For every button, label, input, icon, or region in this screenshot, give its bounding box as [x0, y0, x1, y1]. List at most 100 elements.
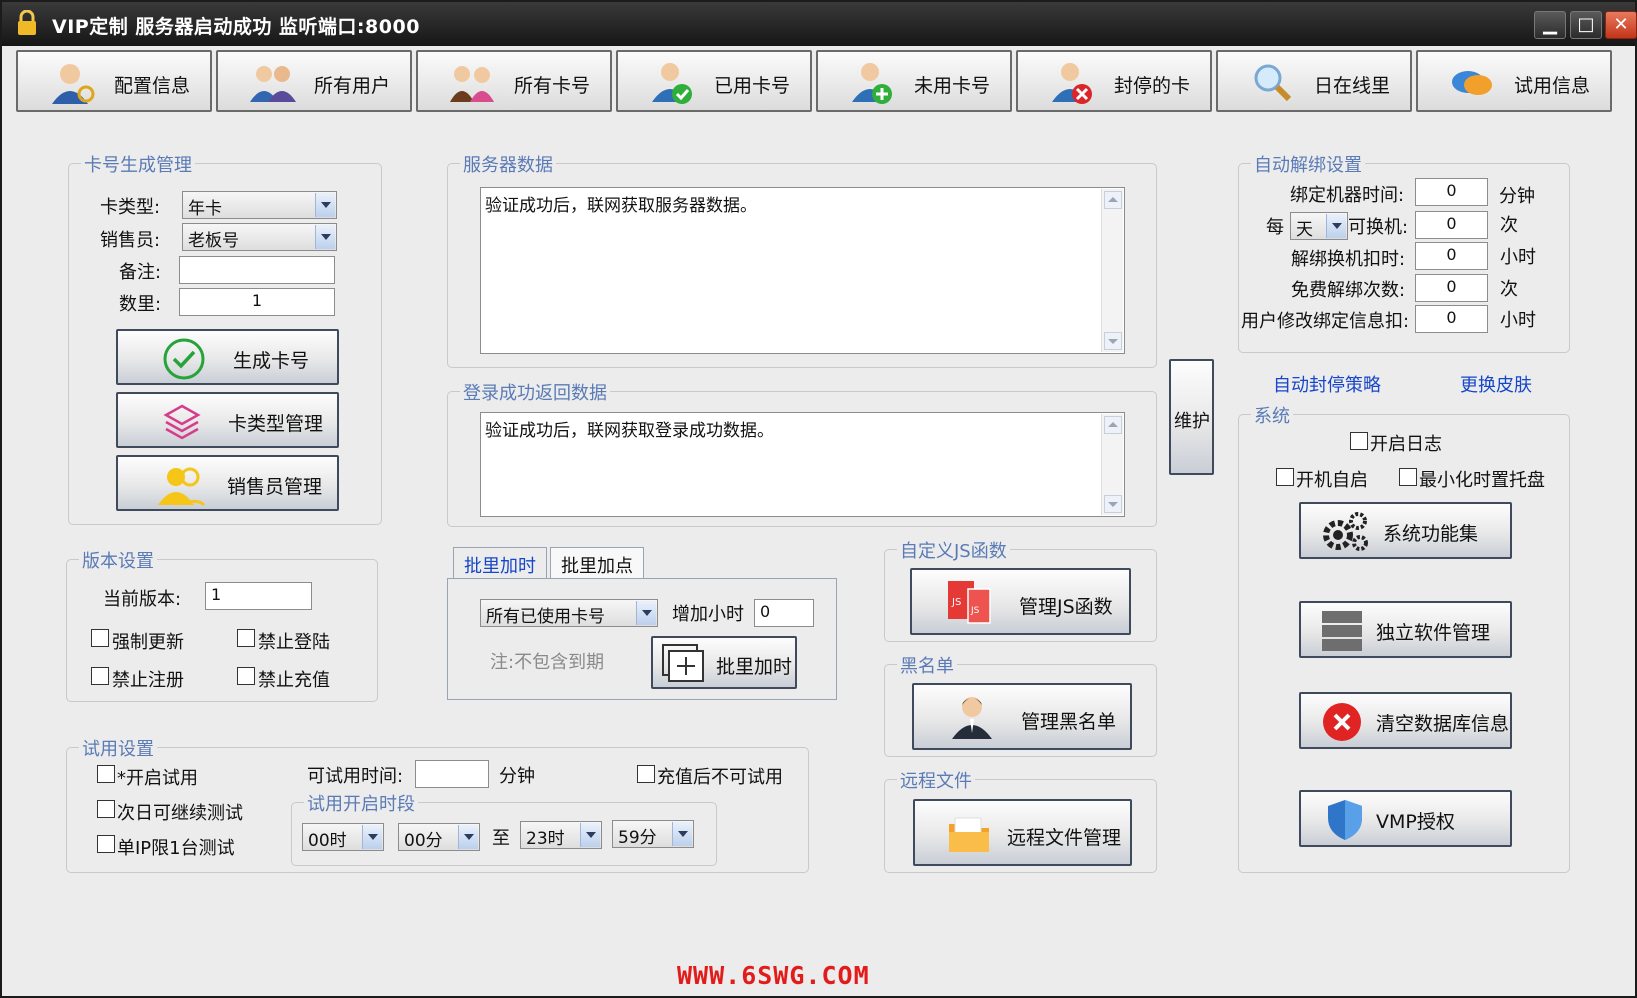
batch-add-time-button[interactable]: 批里加时 — [651, 636, 797, 689]
modify-bind-unit: 小时 — [1500, 310, 1536, 331]
close-button[interactable]: ✕ — [1605, 11, 1637, 39]
all-users-label: 所有用户 — [314, 75, 391, 97]
chevron-down-icon[interactable] — [315, 193, 335, 217]
trial-info-button[interactable]: 试用信息 — [1416, 50, 1612, 112]
switch-count-input[interactable]: 0 — [1415, 211, 1488, 239]
force-update-checkbox[interactable] — [91, 629, 109, 647]
quantity-input[interactable]: 1 — [179, 288, 335, 316]
login-return-textarea[interactable]: 验证成功后，联网获取登录成功数据。 — [480, 412, 1125, 517]
trial-time-input[interactable] — [415, 760, 489, 788]
ban-login-checkbox[interactable] — [237, 629, 255, 647]
per-unit-select[interactable]: 天 — [1290, 212, 1348, 240]
config-info-button[interactable]: 配置信息 — [16, 50, 212, 112]
chevron-down-icon[interactable] — [362, 825, 382, 849]
scroll-up-icon[interactable] — [1104, 191, 1122, 209]
chevron-down-icon[interactable] — [458, 825, 478, 849]
end-minute-value: 59分 — [618, 828, 657, 848]
chevron-down-icon[interactable] — [672, 822, 692, 846]
end-minute-select[interactable]: 59分 — [612, 820, 694, 848]
deduct-input[interactable]: 0 — [1415, 242, 1488, 270]
used-cards-label: 已用卡号 — [714, 75, 791, 97]
seller-management-button[interactable]: 销售员管理 — [116, 455, 339, 511]
title-bar[interactable]: VIP定制 服务器启动成功 监听端口:8000 ▁ □ ✕ — [2, 2, 1637, 46]
current-version-input[interactable]: 1 — [205, 582, 312, 610]
scroll-down-icon[interactable] — [1104, 495, 1122, 513]
start-minute-value: 00分 — [404, 831, 443, 851]
version-settings-group: 版本设置 当前版本: 1 强制更新 禁止登陆 禁止注册 禁止充值 — [66, 547, 378, 702]
manage-js-button[interactable]: JS JS 管理JS函数 — [910, 568, 1131, 635]
login-return-scrollbar[interactable] — [1101, 414, 1123, 515]
autostart-checkbox[interactable] — [1276, 468, 1294, 486]
per-unit-value: 天 — [1296, 220, 1313, 240]
auto-unbind-group: 自动解绑设置 绑定机器时间: 0 分钟 每 天 可换机: 0 次 解绑换机扣时:… — [1238, 151, 1570, 353]
chevron-down-icon[interactable] — [315, 225, 335, 249]
next-day-trial-label: 次日可继续测试 — [117, 803, 243, 824]
maximize-button[interactable]: □ — [1570, 11, 1602, 39]
all-cards-button[interactable]: 所有卡号 — [416, 50, 612, 112]
chevron-down-icon[interactable] — [636, 601, 656, 625]
shield-icon — [1328, 800, 1362, 840]
note-label: 备注: — [119, 262, 162, 283]
seller-label: 销售员: — [100, 230, 161, 251]
start-minute-select[interactable]: 00分 — [398, 823, 480, 851]
scroll-down-icon[interactable] — [1104, 332, 1122, 350]
card-type-select[interactable]: 年卡 — [182, 191, 337, 219]
free-unbind-input[interactable]: 0 — [1415, 274, 1488, 302]
server-data-textarea[interactable]: 验证成功后，联网获取服务器数据。 — [480, 187, 1125, 354]
enable-log-label: 开启日志 — [1370, 434, 1442, 455]
unused-cards-label: 未用卡号 — [914, 75, 991, 97]
unused-cards-button[interactable]: 未用卡号 — [816, 50, 1012, 112]
login-return-text: 验证成功后，联网获取登录成功数据。 — [485, 421, 774, 441]
banned-cards-button[interactable]: 封停的卡 — [1016, 50, 1212, 112]
chevron-down-icon[interactable] — [580, 823, 600, 847]
server-data-text: 验证成功后，联网获取服务器数据。 — [485, 196, 757, 216]
single-ip-checkbox[interactable] — [97, 835, 115, 853]
generate-cards-button[interactable]: 生成卡号 — [116, 329, 339, 385]
change-skin-link[interactable]: 更换皮肤 — [1460, 371, 1532, 397]
bind-time-unit: 分钟 — [1499, 186, 1535, 207]
chevron-down-icon[interactable] — [1326, 214, 1346, 238]
vmp-license-button[interactable]: VMP授权 — [1299, 790, 1512, 847]
scroll-up-icon[interactable] — [1104, 416, 1122, 434]
seller-select[interactable]: 老板号 — [182, 223, 337, 251]
add-window-icon — [662, 644, 704, 682]
next-day-trial-checkbox[interactable] — [97, 800, 115, 818]
server-data-scrollbar[interactable] — [1101, 189, 1123, 352]
minimize-tray-checkbox[interactable] — [1399, 468, 1417, 486]
used-cards-button[interactable]: 已用卡号 — [616, 50, 812, 112]
trial-settings-legend: 试用设置 — [79, 735, 157, 761]
minimize-button[interactable]: ▁ — [1534, 11, 1566, 39]
enable-log-checkbox[interactable] — [1350, 432, 1368, 450]
enable-trial-checkbox[interactable] — [97, 765, 115, 783]
batch-scope-select[interactable]: 所有已使用卡号 — [480, 599, 658, 627]
all-cards-label: 所有卡号 — [514, 75, 591, 97]
start-hour-select[interactable]: 00时 — [302, 823, 384, 851]
add-hours-input[interactable]: 0 — [754, 599, 814, 627]
clear-database-button[interactable]: 清空数据库信息 — [1299, 692, 1512, 749]
top-toolbar: 配置信息 所有用户 所有卡号 已用卡号 未用卡号 封停的卡 日在线里 试用信息 — [16, 50, 1626, 112]
end-hour-select[interactable]: 23时 — [520, 821, 602, 849]
system-group: 系统 开启日志 开机自启 最小化时置托盘 系统功能集 独立软件管理 清空数据库信… — [1238, 402, 1570, 873]
per-label: 每 — [1266, 217, 1284, 238]
manage-blacklist-button[interactable]: 管理黑名单 — [912, 683, 1132, 750]
bind-time-input[interactable]: 0 — [1415, 178, 1488, 206]
maintenance-button[interactable]: 维护 — [1169, 359, 1214, 475]
modify-bind-input[interactable]: 0 — [1415, 305, 1488, 333]
tab-batch-time[interactable]: 批里加时 — [453, 547, 547, 579]
all-users-button[interactable]: 所有用户 — [216, 50, 412, 112]
daily-online-button[interactable]: 日在线里 — [1216, 50, 1412, 112]
switch-unit: 次 — [1500, 215, 1518, 236]
software-management-button[interactable]: 独立软件管理 — [1299, 601, 1512, 658]
note-input[interactable] — [179, 256, 335, 284]
card-type-management-button[interactable]: 卡类型管理 — [116, 392, 339, 448]
auto-ban-policy-link[interactable]: 自动封停策略 — [1273, 371, 1381, 397]
ban-register-checkbox[interactable] — [91, 667, 109, 685]
generate-cards-label: 生成卡号 — [233, 350, 310, 372]
tab-batch-points[interactable]: 批里加点 — [550, 547, 644, 579]
no-trial-after-recharge-checkbox[interactable] — [637, 765, 655, 783]
remote-file-management-button[interactable]: 远程文件管理 — [913, 799, 1132, 866]
enable-trial-label: *开启试用 — [117, 768, 198, 789]
system-functions-button[interactable]: 系统功能集 — [1299, 502, 1512, 559]
ban-recharge-checkbox[interactable] — [237, 667, 255, 685]
remote-files-legend: 远程文件 — [897, 767, 975, 793]
